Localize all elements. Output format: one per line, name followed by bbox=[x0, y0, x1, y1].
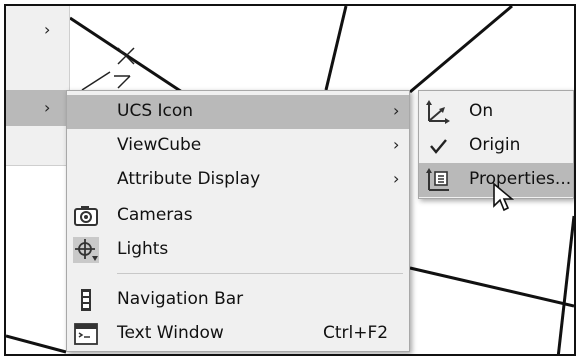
menu-item-ucs-icon[interactable]: UCS Icon › bbox=[67, 95, 409, 129]
menu-item-label: Navigation Bar bbox=[117, 289, 244, 309]
navigation-bar-icon bbox=[81, 289, 91, 311]
menu-item-label: Cameras bbox=[117, 205, 193, 225]
drawing-mark bbox=[117, 75, 131, 89]
submenu-item-label: On bbox=[469, 101, 494, 121]
submenu-item-origin[interactable]: Origin bbox=[419, 129, 573, 163]
drawing-viewport[interactable]: › › UCS Icon › ViewCube › Attribute Disp… bbox=[4, 4, 576, 356]
drawing-line bbox=[409, 6, 513, 94]
chevron-right-icon: › bbox=[393, 169, 400, 188]
parent-menu-item[interactable]: › bbox=[6, 12, 70, 48]
menu-separator bbox=[117, 273, 403, 274]
menu-item-label: ViewCube bbox=[117, 135, 202, 155]
text-window-icon bbox=[74, 323, 98, 345]
drawing-line bbox=[556, 215, 574, 354]
lights-icon bbox=[73, 237, 99, 263]
chevron-right-icon: › bbox=[393, 101, 400, 120]
submenu-item-label: Origin bbox=[469, 135, 521, 155]
menu-item-label: UCS Icon bbox=[117, 101, 194, 121]
ucs-properties-icon bbox=[426, 168, 449, 191]
drawing-mark bbox=[81, 71, 111, 91]
menu-item-text-window[interactable]: Text Window Ctrl+F2 bbox=[67, 317, 409, 351]
menu-item-label: Lights bbox=[117, 239, 169, 259]
menu-item-attribute-display[interactable]: Attribute Display › bbox=[67, 163, 409, 197]
camera-icon bbox=[74, 206, 98, 226]
drawing-line bbox=[324, 6, 348, 91]
menu-item-viewcube[interactable]: ViewCube › bbox=[67, 129, 409, 163]
drawing-line bbox=[409, 266, 574, 308]
submenu-item-on[interactable]: On bbox=[419, 95, 573, 129]
ucs-on-icon bbox=[426, 100, 450, 124]
context-menu: UCS Icon › ViewCube › Attribute Display … bbox=[66, 90, 410, 352]
menu-item-label: Text Window bbox=[117, 323, 224, 343]
chevron-right-icon: › bbox=[393, 135, 400, 154]
menu-item-lights[interactable]: Lights bbox=[67, 233, 409, 267]
submenu-item-label: Properties... bbox=[469, 169, 572, 189]
menu-item-shortcut: Ctrl+F2 bbox=[323, 323, 389, 343]
menu-item-cameras[interactable]: Cameras bbox=[67, 199, 409, 233]
mouse-cursor-icon bbox=[493, 182, 514, 212]
chevron-right-icon: › bbox=[44, 20, 51, 39]
drawing-line bbox=[6, 334, 67, 354]
chevron-right-icon: › bbox=[44, 98, 51, 117]
parent-menu-item-selected[interactable]: › bbox=[6, 90, 70, 126]
menu-item-label: Attribute Display bbox=[117, 169, 261, 189]
menu-item-navigation-bar[interactable]: Navigation Bar bbox=[67, 283, 409, 317]
checkmark-icon bbox=[430, 139, 447, 154]
parent-menu: › › bbox=[6, 6, 70, 166]
